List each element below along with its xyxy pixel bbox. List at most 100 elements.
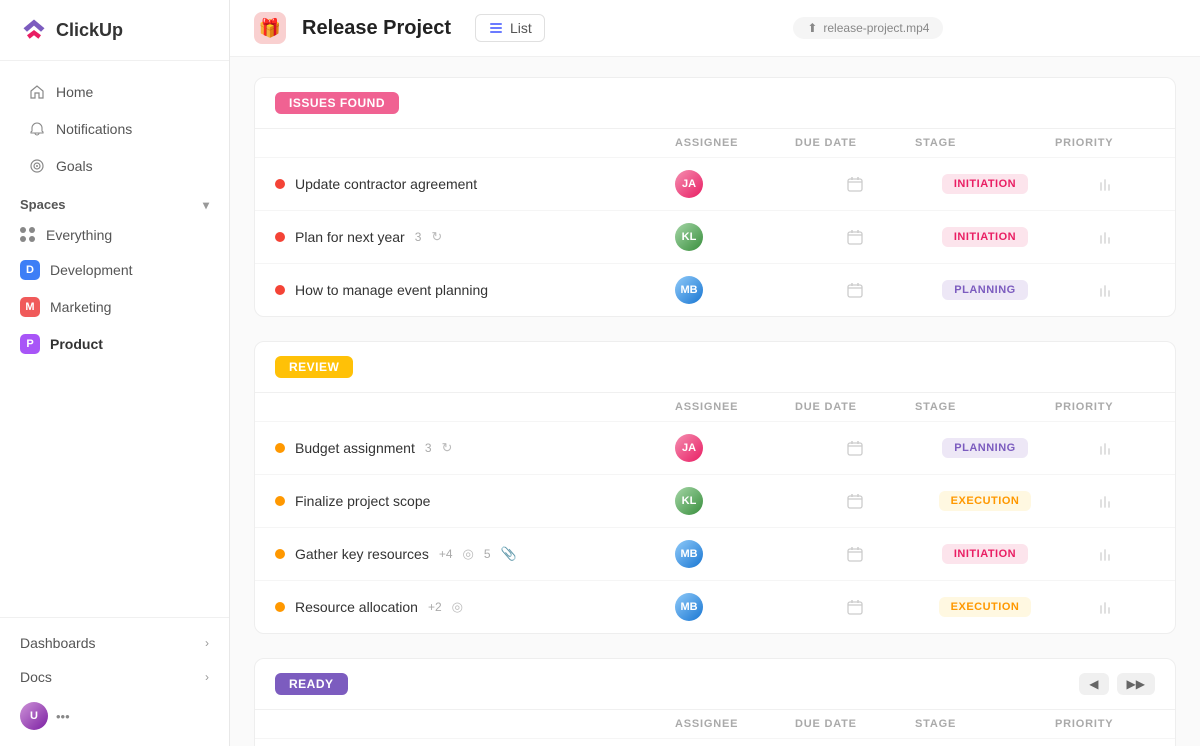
due-date-cell — [795, 281, 915, 299]
bell-icon — [28, 120, 46, 138]
avatar: JA — [675, 170, 703, 198]
table-row[interactable]: Gather key resources +4 ◎ 5 📎 MB INITIAT… — [255, 528, 1175, 581]
stage-badge: INITIATION — [942, 544, 1028, 564]
assignee-cell: MB — [675, 593, 795, 621]
everything-icon — [20, 227, 36, 243]
sidebar-item-marketing[interactable]: M Marketing — [0, 289, 229, 325]
toolbar-arrow-left[interactable]: ◀ — [1079, 673, 1108, 695]
priority-icon — [1097, 229, 1113, 245]
sidebar-item-notifications-label: Notifications — [56, 121, 132, 137]
task-title: Budget assignment — [295, 440, 415, 456]
col-stage-1: STAGE — [915, 137, 1055, 149]
app-name: ClickUp — [56, 20, 123, 41]
assignee-cell: KL — [675, 487, 795, 515]
link-icon: ◎ — [452, 599, 463, 615]
col-priority-rd: PRIORITY — [1055, 718, 1155, 730]
col-task — [275, 137, 675, 149]
sidebar-item-product-label: Product — [50, 336, 103, 352]
sidebar-item-everything-label: Everything — [46, 227, 112, 243]
development-badge: D — [20, 260, 40, 280]
task-dot-orange — [275, 549, 285, 559]
priority-cell — [1055, 546, 1155, 562]
calendar-icon — [846, 439, 864, 457]
task-count: 3 — [425, 441, 432, 455]
list-icon — [488, 20, 504, 36]
project-icon: 🎁 — [254, 12, 286, 44]
issues-column-headers: ASSIGNEE DUE DATE STAGE PRIORITY — [255, 129, 1175, 158]
task-title: Finalize project scope — [295, 493, 430, 509]
list-view-button[interactable]: List — [475, 14, 545, 42]
priority-cell — [1055, 440, 1155, 456]
review-header: REVIEW — [255, 342, 1175, 393]
app-logo[interactable]: ClickUp — [0, 0, 229, 61]
task-title: Gather key resources — [295, 546, 429, 562]
priority-cell — [1055, 176, 1155, 192]
ready-column-headers: ASSIGNEE DUE DATE STAGE PRIORITY — [255, 710, 1175, 739]
sidebar-item-docs[interactable]: Docs › — [0, 660, 229, 694]
issues-found-header: ISSUES FOUND — [255, 78, 1175, 129]
content-area: ISSUES FOUND ASSIGNEE DUE DATE STAGE PRI… — [230, 57, 1200, 746]
task-title: Plan for next year — [295, 229, 405, 245]
ready-header: READY ◀ ▶▶ — [255, 659, 1175, 710]
table-row[interactable]: How to manage event planning MB PLANNING — [255, 264, 1175, 316]
stage-cell: PLANNING — [915, 438, 1055, 458]
col-assignee-1: ASSIGNEE — [675, 137, 795, 149]
stage-badge: EXECUTION — [939, 597, 1032, 617]
refresh-icon: ↻ — [431, 229, 442, 245]
table-row[interactable]: Resource allocation +2 ◎ MB EXECUTION — [255, 581, 1175, 633]
review-badge: REVIEW — [275, 356, 353, 378]
calendar-icon — [846, 175, 864, 193]
sidebar-item-product[interactable]: P Product — [0, 326, 229, 362]
task-name: Update contractor agreement — [275, 176, 675, 192]
sidebar-item-goals[interactable]: Goals — [8, 148, 221, 184]
priority-icon — [1097, 599, 1113, 615]
avatar: KL — [675, 487, 703, 515]
goals-icon — [28, 157, 46, 175]
table-row[interactable]: Update contractor agreement JA INITIATIO… — [255, 158, 1175, 211]
sidebar-item-dashboards[interactable]: Dashboards › — [0, 626, 229, 660]
sidebar-item-home[interactable]: Home — [8, 74, 221, 110]
task-title: How to manage event planning — [295, 282, 488, 298]
stage-badge: PLANNING — [942, 438, 1027, 458]
spaces-section-header[interactable]: Spaces ▾ — [0, 185, 229, 218]
calendar-icon — [846, 492, 864, 510]
task-title: Resource allocation — [295, 599, 418, 615]
due-date-cell — [795, 598, 915, 616]
stage-cell: EXECUTION — [915, 597, 1055, 617]
calendar-icon — [846, 228, 864, 246]
dashboards-label: Dashboards — [20, 635, 96, 651]
product-badge: P — [20, 334, 40, 354]
col-stage-r: STAGE — [915, 401, 1055, 413]
sidebar-item-notifications[interactable]: Notifications — [8, 111, 221, 147]
sidebar-item-development[interactable]: D Development — [0, 252, 229, 288]
section-issues-found: ISSUES FOUND ASSIGNEE DUE DATE STAGE PRI… — [254, 77, 1176, 317]
stage-cell: INITIATION — [915, 544, 1055, 564]
list-view-label: List — [510, 20, 532, 36]
table-row[interactable]: New contractor agreement JA PLANNING — [255, 739, 1175, 746]
assignee-cell: MB — [675, 276, 795, 304]
avatar: MB — [675, 593, 703, 621]
table-row[interactable]: Plan for next year 3 ↻ KL INITIATION — [255, 211, 1175, 264]
task-title: Update contractor agreement — [295, 176, 477, 192]
sidebar-item-everything[interactable]: Everything — [0, 219, 229, 251]
priority-icon — [1097, 440, 1113, 456]
task-name: Plan for next year 3 ↻ — [275, 229, 675, 245]
stage-cell: EXECUTION — [915, 491, 1055, 511]
toolbar-arrow-right[interactable]: ▶▶ — [1117, 673, 1155, 695]
issues-found-badge: ISSUES FOUND — [275, 92, 399, 114]
table-row[interactable]: Finalize project scope KL EXECUTION — [255, 475, 1175, 528]
col-duedate-r: DUE DATE — [795, 401, 915, 413]
avatar: MB — [675, 540, 703, 568]
user-profile-area[interactable]: U ••• — [0, 694, 229, 738]
table-row[interactable]: Budget assignment 3 ↻ JA PLANNING — [255, 422, 1175, 475]
priority-cell — [1055, 599, 1155, 615]
col-duedate-1: DUE DATE — [795, 137, 915, 149]
priority-cell — [1055, 229, 1155, 245]
sidebar-item-goals-label: Goals — [56, 158, 93, 174]
task-extra: +2 — [428, 600, 442, 614]
upload-filename: release-project.mp4 — [823, 21, 929, 35]
priority-icon — [1097, 176, 1113, 192]
refresh-icon: ↻ — [442, 440, 453, 456]
due-date-cell — [795, 175, 915, 193]
col-priority-r: PRIORITY — [1055, 401, 1155, 413]
